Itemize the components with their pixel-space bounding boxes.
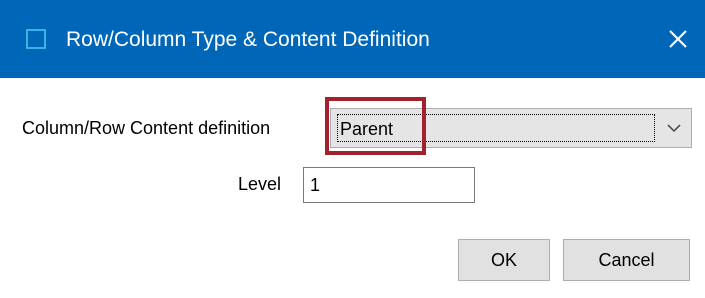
window-title: Row/Column Type & Content Definition (66, 28, 430, 51)
close-icon (669, 30, 687, 48)
ok-button[interactable]: OK (458, 239, 550, 281)
content-definition-value: Parent (340, 119, 394, 139)
content-definition-label: Column/Row Content definition (22, 118, 271, 138)
close-button[interactable] (661, 22, 695, 56)
level-input[interactable] (303, 167, 475, 203)
dialog-window: Row/Column Type & Content Definition Col… (0, 0, 705, 298)
cancel-button[interactable]: Cancel (563, 239, 690, 281)
level-label: Level (238, 174, 282, 194)
content-definition-dropdown[interactable]: Parent (330, 108, 692, 148)
title-bar: Row/Column Type & Content Definition (0, 0, 705, 78)
window-icon (26, 29, 46, 49)
chevron-down-icon (667, 124, 681, 133)
